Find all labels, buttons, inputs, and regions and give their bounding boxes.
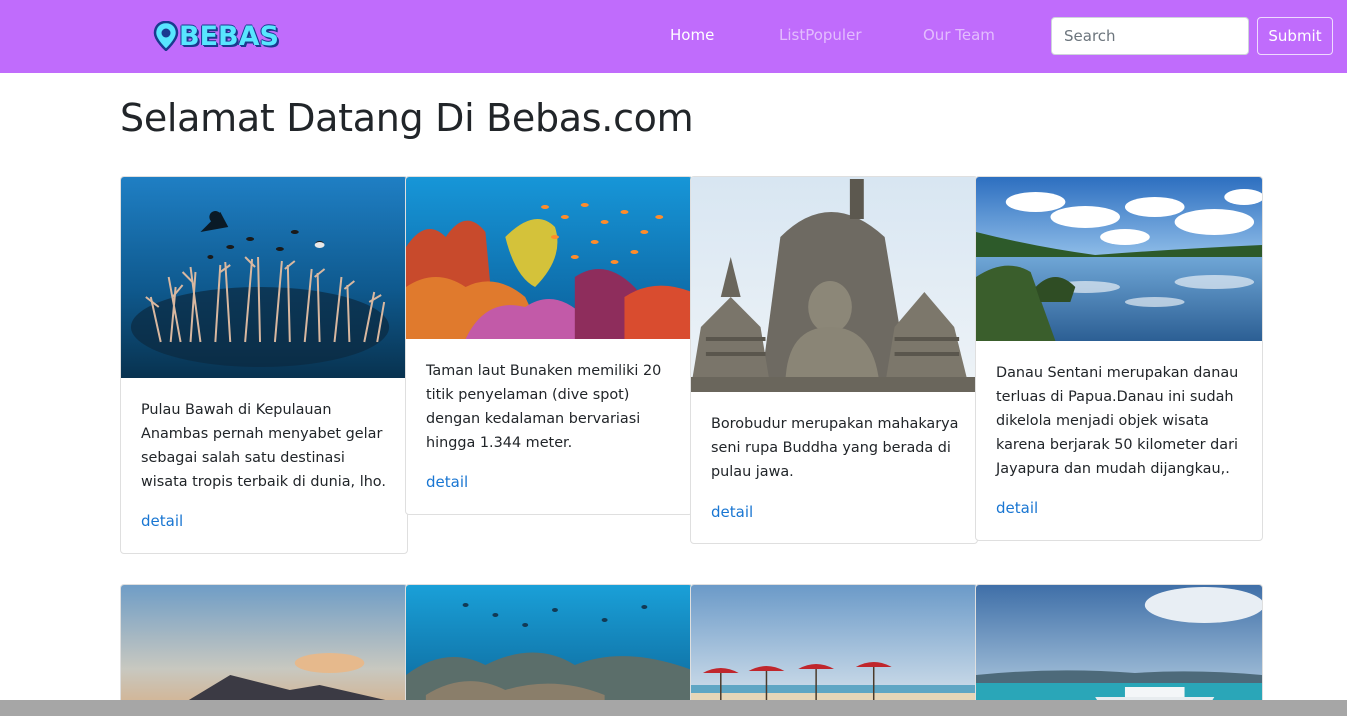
navbar: BEBAS Home ListPopuler Our Team Submit — [0, 0, 1347, 73]
search-input[interactable] — [1051, 17, 1249, 55]
destination-card: Danau Sentani merupakan danau terluas di… — [975, 176, 1263, 541]
destination-card — [405, 584, 693, 716]
destination-card: Taman laut Bunaken memiliki 20 titik pen… — [405, 176, 693, 515]
card-description: Pulau Bawah di Kepulauan Anambas pernah … — [141, 402, 386, 490]
brand-logo[interactable]: BEBAS — [153, 18, 279, 54]
destination-card: Borobudur merupakan mahakarya seni rupa … — [690, 176, 978, 544]
card-image — [406, 177, 692, 339]
location-pin-icon — [153, 21, 179, 51]
destination-card — [975, 584, 1263, 716]
card-image — [121, 585, 407, 716]
card-image — [976, 177, 1262, 341]
card-image — [121, 177, 407, 378]
card-image — [976, 585, 1262, 716]
detail-link[interactable]: detail — [141, 512, 183, 530]
horizontal-scrollbar[interactable] — [0, 700, 1347, 716]
card-image — [691, 585, 977, 716]
detail-link[interactable]: detail — [426, 473, 468, 491]
detail-link[interactable]: detail — [996, 499, 1038, 517]
card-description: Danau Sentani merupakan danau terluas di… — [996, 365, 1239, 477]
destination-card — [120, 584, 408, 716]
brand-name: BEBAS — [179, 20, 279, 52]
page-title: Selamat Datang Di Bebas.com — [120, 96, 694, 140]
destination-card — [690, 584, 978, 716]
nav-link-our-team[interactable]: Our Team — [923, 26, 995, 44]
card-image — [691, 177, 977, 392]
card-description: Taman laut Bunaken memiliki 20 titik pen… — [426, 363, 662, 451]
destination-card: Pulau Bawah di Kepulauan Anambas pernah … — [120, 176, 408, 554]
nav-link-listpopuler[interactable]: ListPopuler — [779, 26, 862, 44]
card-image — [406, 585, 692, 716]
card-description: Borobudur merupakan mahakarya seni rupa … — [711, 416, 959, 480]
detail-link[interactable]: detail — [711, 503, 753, 521]
submit-button[interactable]: Submit — [1257, 17, 1333, 55]
nav-link-home[interactable]: Home — [670, 26, 714, 44]
